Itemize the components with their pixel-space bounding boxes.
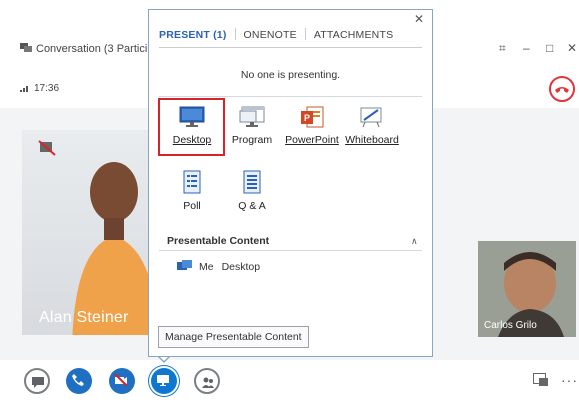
poll-icon: [183, 170, 201, 194]
desktop-share-icon: [177, 260, 192, 270]
content-icon[interactable]: [533, 373, 549, 387]
qa-icon: [243, 170, 261, 194]
whiteboard-icon: [360, 107, 382, 128]
option-program-label: Program: [231, 134, 273, 146]
call-status: 17:36: [20, 83, 59, 94]
svg-text:P: P: [304, 113, 310, 123]
window-title-text: Conversation (3 Participa: [36, 43, 160, 55]
manage-presentable-content-button[interactable]: Manage Presentable Content: [158, 326, 309, 348]
im-button[interactable]: [24, 368, 50, 394]
tabs-divider: [159, 47, 422, 48]
close-icon[interactable]: ✕: [567, 41, 577, 55]
monitor-icon: [179, 106, 205, 127]
conversation-window: Conversation (3 Participa 17:36 ⌗ – □ ✕ …: [0, 0, 579, 404]
option-whiteboard[interactable]: Whiteboard: [342, 106, 402, 146]
window-title: Conversation (3 Participa: [20, 43, 160, 55]
participant-photo: [72, 162, 160, 335]
phone-hangup-icon: [555, 87, 569, 93]
option-powerpoint-label: PowerPoint: [285, 134, 339, 146]
option-whiteboard-label: Whiteboard: [345, 134, 399, 146]
signal-icon: [20, 86, 28, 92]
presentable-item[interactable]: Me Desktop: [177, 260, 260, 273]
camera-off-icon: [114, 373, 128, 387]
call-time: 17:36: [34, 83, 60, 94]
status-divider: [159, 96, 422, 97]
tab-onenote[interactable]: ONENOTE: [236, 29, 305, 41]
popup-tabs: PRESENT (1) ONENOTE ATTACHMENTS: [159, 28, 401, 41]
presentable-item-owner: Me: [199, 261, 214, 273]
presentable-content-header: Presentable Content: [167, 235, 270, 247]
phone-icon: [72, 374, 84, 386]
option-poll-label: Poll: [183, 200, 201, 212]
monitor-icon: [157, 375, 169, 386]
program-window-icon: [239, 106, 265, 127]
option-qa-label: Q & A: [238, 200, 266, 212]
option-qa[interactable]: Q & A: [222, 170, 282, 212]
tab-present[interactable]: PRESENT (1): [159, 29, 235, 41]
option-desktop-label: Desktop: [172, 134, 212, 146]
option-poll[interactable]: Poll: [162, 170, 222, 212]
option-powerpoint[interactable]: P PowerPoint: [282, 106, 342, 146]
conversation-icon: [20, 43, 32, 52]
presentable-divider: [159, 250, 422, 251]
option-program[interactable]: Program: [222, 106, 282, 146]
presenting-status: No one is presenting.: [240, 69, 341, 81]
audio-button[interactable]: [66, 368, 92, 394]
fullscreen-icon[interactable]: ⌗: [499, 41, 506, 56]
presentable-item-name: Desktop: [221, 261, 261, 273]
powerpoint-icon: P: [301, 106, 324, 128]
chat-bubble-icon: [32, 377, 44, 388]
tab-attachments[interactable]: ATTACHMENTS: [306, 29, 401, 41]
collapse-caret-icon[interactable]: ∧: [411, 236, 418, 247]
minimize-icon[interactable]: –: [523, 41, 530, 55]
more-options-button[interactable]: ···: [561, 372, 578, 388]
popup-close-icon[interactable]: ✕: [414, 12, 424, 26]
people-icon: [202, 377, 214, 388]
present-popup: ✕ PRESENT (1) ONENOTE ATTACHMENTS No one i…: [148, 9, 433, 357]
video-button[interactable]: [109, 368, 135, 394]
option-desktop[interactable]: Desktop: [162, 106, 222, 146]
maximize-icon[interactable]: □: [546, 41, 553, 55]
hangup-button[interactable]: [549, 76, 575, 102]
participants-button[interactable]: [194, 368, 220, 394]
main-participant-name: Alan Steiner: [39, 309, 129, 326]
video-muted-icon: [38, 140, 56, 156]
present-button[interactable]: [151, 368, 177, 394]
thumbnail-participant-name: Carlos Grilo: [484, 320, 537, 331]
